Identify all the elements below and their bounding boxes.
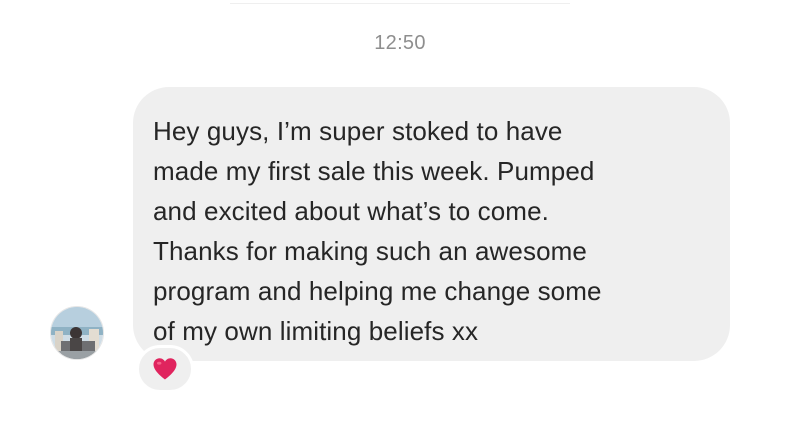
message-timestamp: 12:50 xyxy=(374,32,426,54)
red-heart-icon xyxy=(153,358,177,380)
message-bubble[interactable]: Hey guys, I’m super stoked to have made … xyxy=(133,87,730,361)
sender-avatar[interactable] xyxy=(50,306,104,360)
message-text: Hey guys, I’m super stoked to have made … xyxy=(153,116,602,346)
header-divider xyxy=(230,0,570,4)
chat-screen: 12:50 Hey guys, I’m super stoked to have… xyxy=(0,0,800,430)
reaction-badge[interactable] xyxy=(136,345,194,393)
avatar-photo xyxy=(51,307,103,359)
